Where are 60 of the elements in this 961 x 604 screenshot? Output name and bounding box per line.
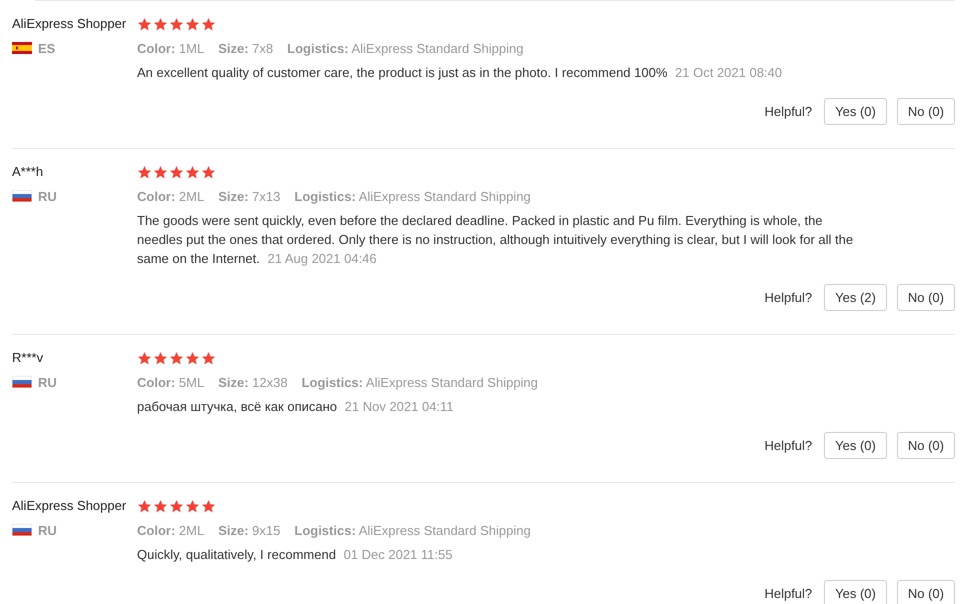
star-icon	[153, 164, 168, 180]
product-attribute: Color: 2ML	[137, 522, 204, 538]
star-icon	[169, 498, 184, 514]
star-icon	[137, 350, 152, 366]
review-text: An excellent quality of customer care, the product is just as in the photo. I recommend 100% 21 Oct 2021 08:40	[137, 64, 784, 82]
star-icon	[201, 164, 216, 180]
product-attribute: Color: 2ML	[137, 188, 204, 204]
reviewer-name: AliExpress Shopper	[12, 15, 128, 33]
no-button[interactable]: No (0)	[896, 580, 955, 604]
star-icon	[137, 164, 152, 180]
country-code: RU	[38, 188, 57, 204]
product-attribute: Logistics: AliExpress Standard Shipping	[294, 522, 531, 538]
product-attribute: Size: 7x13	[218, 188, 280, 204]
country-code: RU	[38, 522, 57, 538]
star-icon	[185, 16, 200, 32]
reviewer-name: A***h	[12, 163, 44, 181]
yes-button[interactable]: Yes (0)	[824, 98, 887, 125]
country-code: RU	[38, 374, 57, 390]
star-icon	[137, 16, 152, 32]
star-icon	[169, 350, 184, 366]
product-attribute: Size: 12x38	[218, 374, 288, 390]
star-icon	[153, 350, 168, 366]
no-button[interactable]: No (0)	[896, 98, 955, 125]
star-icon	[201, 16, 216, 32]
product-attribute: Size: 9x15	[218, 522, 280, 538]
helpful-label: Helpful?	[764, 438, 812, 453]
product-attribute: Color: 1ML	[137, 40, 204, 56]
star-icon	[201, 350, 216, 366]
no-button[interactable]: No (0)	[896, 284, 955, 311]
helpful-label: Helpful?	[764, 104, 812, 119]
product-attribute: Size: 7x8	[218, 40, 274, 56]
product-attribute: Logistics: AliExpress Standard Shipping	[294, 188, 531, 204]
reviewer-name: AliExpress Shopper	[12, 497, 128, 515]
yes-button[interactable]: Yes (2)	[824, 284, 887, 311]
star-icon	[137, 498, 152, 514]
reviewer-name: R***v	[12, 349, 44, 367]
helpful-label: Helpful?	[764, 290, 812, 305]
yes-button[interactable]: Yes (0)	[824, 432, 887, 459]
flag-icon	[12, 376, 32, 388]
product-attribute: Color: 5ML	[137, 374, 204, 390]
review-text: The goods were sent quickly, even before the declared deadline. Packed in plastic and Pu film. Everything is whole, the needles put the ones that ordered. Only there is no instruction, although intuitively everything is clear, but I will look for all the same on the Internet. 21 Aug 2021 04:46	[137, 212, 854, 268]
product-attribute: Logistics: AliExpress Standard Shipping	[287, 40, 524, 56]
review-text: рабочая штучка, всё как описано 21 Nov 2021 04:11	[137, 398, 455, 416]
star-icon	[201, 498, 216, 514]
star-icon	[153, 16, 168, 32]
star-icon	[169, 16, 184, 32]
product-attribute: Logistics: AliExpress Standard Shipping	[302, 374, 538, 390]
flag-icon	[12, 190, 32, 202]
yes-button[interactable]: Yes (0)	[824, 580, 887, 604]
star-icon	[185, 164, 200, 180]
review-text: Quickly, qualitatively, I recommend 01 Dec 2021 11:55	[137, 546, 454, 564]
star-icon	[169, 164, 184, 180]
flag-icon	[12, 42, 32, 54]
no-button[interactable]: No (0)	[896, 432, 955, 459]
star-icon	[185, 350, 200, 366]
star-icon	[185, 498, 200, 514]
country-code: ES	[38, 40, 56, 56]
flag-icon	[12, 524, 32, 536]
helpful-label: Helpful?	[764, 586, 812, 601]
star-icon	[153, 498, 168, 514]
